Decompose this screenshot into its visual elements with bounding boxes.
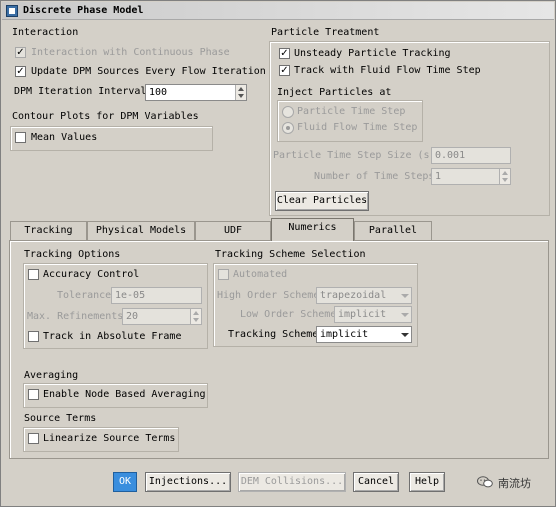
particle-time-step-label: Particle Time Step bbox=[297, 106, 406, 117]
window-title: Discrete Phase Model bbox=[23, 5, 144, 16]
automated-checkbox bbox=[218, 269, 229, 280]
tracking-options-heading: Tracking Options bbox=[24, 249, 121, 260]
averaging-heading: Averaging bbox=[24, 370, 79, 381]
unsteady-tracking-checkbox[interactable]: ✓ bbox=[279, 48, 290, 59]
source-terms-heading: Source Terms bbox=[24, 413, 97, 424]
high-order-select: trapezoidal bbox=[316, 287, 412, 304]
tracking-scheme-select[interactable]: implicit bbox=[316, 326, 412, 343]
continuous-phase-checkbox: ✓ bbox=[15, 47, 26, 58]
watermark-text: 南流坊 bbox=[498, 477, 531, 490]
tracking-scheme-value: implicit bbox=[320, 329, 369, 340]
update-dpm-label: Update DPM Sources Every Flow Iteration bbox=[31, 66, 266, 77]
low-order-select: implicit bbox=[334, 306, 412, 323]
help-button[interactable]: Help bbox=[409, 472, 445, 492]
tab-numerics[interactable]: Numerics bbox=[271, 218, 354, 241]
step-size-value: 0.001 bbox=[435, 150, 466, 161]
step-size-label: Particle Time Step Size (s) bbox=[273, 150, 436, 161]
fluid-flow-time-step-label: Fluid Flow Time Step bbox=[297, 122, 418, 133]
unsteady-tracking-label: Unsteady Particle Tracking bbox=[294, 48, 451, 59]
low-order-label: Low Order Scheme bbox=[240, 309, 337, 320]
node-averaging-label: Enable Node Based Averaging bbox=[43, 389, 206, 400]
track-flow-step-checkbox[interactable]: ✓ bbox=[279, 65, 290, 76]
particle-treatment-heading: Particle Treatment bbox=[271, 27, 380, 38]
cancel-button[interactable]: Cancel bbox=[353, 472, 399, 492]
absolute-frame-checkbox[interactable] bbox=[28, 331, 39, 342]
interaction-heading: Interaction bbox=[12, 27, 79, 38]
tab-tracking[interactable]: Tracking bbox=[10, 221, 87, 240]
title-bar[interactable]: Discrete Phase Model bbox=[2, 2, 554, 20]
node-averaging-checkbox[interactable] bbox=[28, 389, 39, 400]
update-dpm-checkbox[interactable]: ✓ bbox=[15, 66, 26, 77]
tolerance-label: Tolerance bbox=[57, 290, 112, 301]
scheme-heading: Tracking Scheme Selection bbox=[215, 249, 366, 260]
low-order-dropdown-icon bbox=[398, 307, 411, 322]
tolerance-input: 1e-05 bbox=[111, 287, 202, 304]
ok-button[interactable]: OK bbox=[113, 472, 137, 492]
accuracy-control-checkbox[interactable] bbox=[28, 269, 39, 280]
num-steps-input: 1 bbox=[431, 168, 511, 185]
fluid-flow-time-step-radio bbox=[282, 122, 294, 134]
iteration-interval-input[interactable]: 100 bbox=[145, 84, 247, 101]
track-flow-step-label: Track with Fluid Flow Time Step bbox=[294, 65, 481, 76]
contour-heading: Contour Plots for DPM Variables bbox=[12, 111, 199, 122]
high-order-label: High Order Scheme bbox=[217, 290, 320, 301]
mean-values-checkbox[interactable] bbox=[15, 132, 26, 143]
accuracy-control-label: Accuracy Control bbox=[43, 269, 140, 280]
app-icon bbox=[6, 5, 18, 17]
high-order-value: trapezoidal bbox=[320, 290, 387, 301]
iteration-interval-label: DPM Iteration Interval bbox=[14, 86, 147, 97]
tracking-scheme-label: Tracking Scheme bbox=[228, 329, 319, 340]
max-refinements-input: 20 bbox=[122, 308, 202, 325]
dem-collisions-button: DEM Collisions... bbox=[238, 472, 346, 492]
clear-particles-button[interactable]: Clear Particles bbox=[275, 191, 369, 211]
tab-physical-models[interactable]: Physical Models bbox=[87, 221, 195, 240]
iteration-interval-spinner[interactable] bbox=[235, 85, 246, 100]
absolute-frame-label: Track in Absolute Frame bbox=[43, 331, 182, 342]
num-steps-spinner bbox=[499, 169, 510, 184]
mean-values-label: Mean Values bbox=[31, 132, 98, 143]
max-refinements-spinner bbox=[190, 309, 201, 324]
wechat-icon bbox=[477, 476, 493, 488]
tab-udf[interactable]: UDF bbox=[195, 221, 271, 240]
linearize-checkbox[interactable] bbox=[28, 433, 39, 444]
max-refinements-value: 20 bbox=[126, 311, 139, 322]
dialog-window: Discrete Phase Model Interaction ✓ Inter… bbox=[0, 0, 556, 507]
iteration-interval-value: 100 bbox=[149, 87, 168, 98]
inject-particles-heading: Inject Particles at bbox=[277, 87, 392, 98]
high-order-dropdown-icon bbox=[398, 288, 411, 303]
tab-parallel[interactable]: Parallel bbox=[354, 221, 432, 240]
automated-label: Automated bbox=[233, 269, 288, 280]
continuous-phase-label: Interaction with Continuous Phase bbox=[31, 47, 230, 58]
num-steps-value: 1 bbox=[435, 171, 442, 182]
num-steps-label: Number of Time Steps bbox=[314, 171, 435, 182]
linearize-label: Linearize Source Terms bbox=[43, 433, 176, 444]
injections-button[interactable]: Injections... bbox=[145, 472, 231, 492]
particle-time-step-radio bbox=[282, 106, 294, 118]
tracking-scheme-dropdown-icon[interactable] bbox=[398, 327, 411, 342]
tolerance-value: 1e-05 bbox=[115, 290, 146, 301]
step-size-input: 0.001 bbox=[431, 147, 511, 164]
low-order-value: implicit bbox=[338, 309, 387, 320]
max-refinements-label: Max. Refinements bbox=[27, 311, 124, 322]
